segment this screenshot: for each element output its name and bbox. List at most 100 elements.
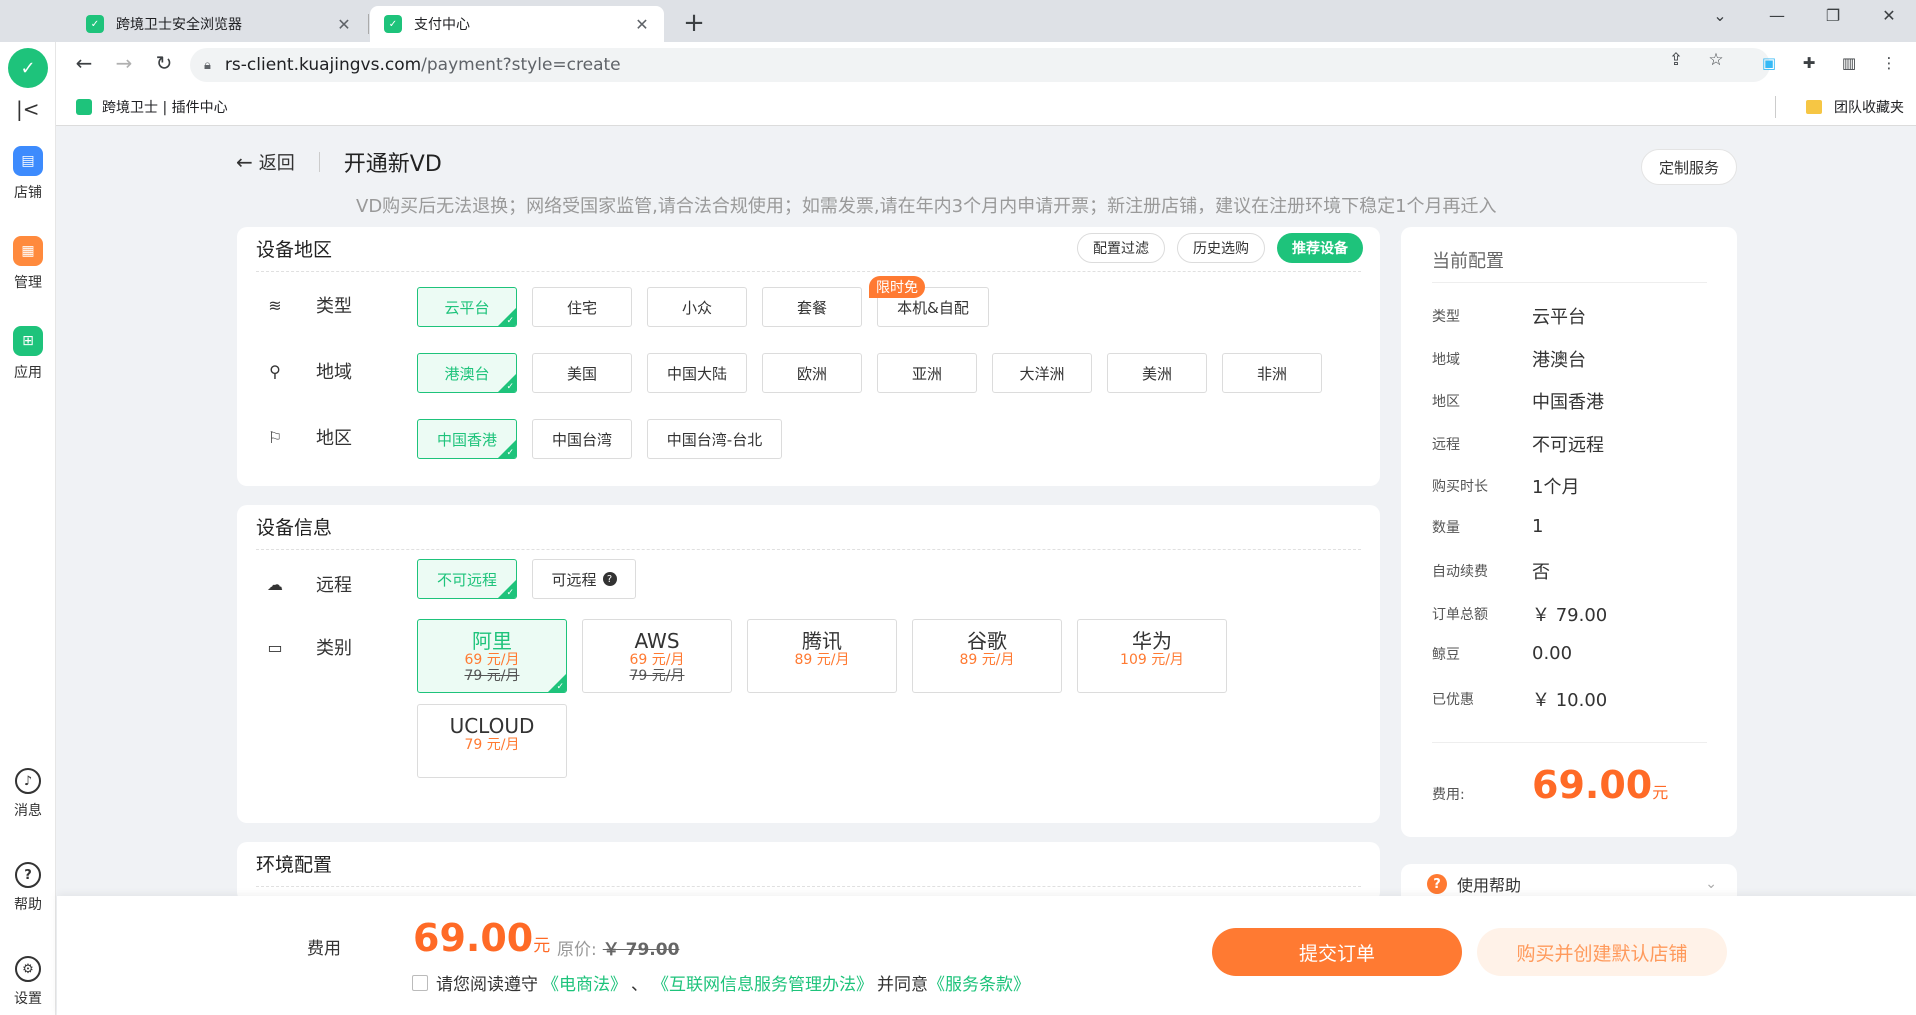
area-option-hk-macau-tw[interactable]: 港澳台 ✓ — [417, 353, 517, 393]
agree-checkbox[interactable] — [412, 974, 428, 991]
area-option-americas[interactable]: 美洲 — [1107, 353, 1207, 393]
minimize-button[interactable]: — — [1762, 6, 1792, 25]
vendor-card-tencent[interactable]: 腾讯 89 元/月 — [747, 619, 897, 693]
question-icon[interactable]: ? — [602, 572, 617, 586]
vendor-card-aws[interactable]: AWS 69 元/月 79 元/月 — [582, 619, 732, 693]
url-input[interactable]: 🔒︎ rs-client.kuajingvs.com/payment?style… — [190, 48, 1770, 82]
share-icon[interactable]: ⇪ — [1664, 50, 1688, 70]
buy-and-create-store-button[interactable]: 购买并创建默认店铺 — [1477, 928, 1727, 976]
type-option-cloud[interactable]: 云平台 ✓ — [417, 287, 517, 327]
custom-service-button[interactable]: 定制服务 — [1641, 149, 1737, 185]
summary-row: 已优惠 ￥ 10.00 — [1432, 690, 1608, 711]
tab-divider — [368, 14, 369, 34]
tab-title: 跨境卫士安全浏览器 — [116, 17, 242, 33]
reload-icon[interactable]: ↻ — [150, 51, 178, 75]
area-option-africa[interactable]: 非洲 — [1222, 353, 1322, 393]
tab-browser-home[interactable]: ✓ 跨境卫士安全浏览器 ✕ — [72, 6, 366, 42]
card-title: 环境配置 — [256, 854, 333, 876]
limited-free-badge: 限时免 — [869, 276, 925, 298]
submit-order-button[interactable]: 提交订单 — [1212, 928, 1462, 976]
tab-payment-center[interactable]: ✓ 支付中心 ✕ — [370, 6, 664, 42]
summary-row: 订单总额 ￥ 79.00 — [1432, 605, 1608, 626]
summary-row: 类型 云平台 — [1432, 307, 1586, 328]
bookmark-label: 跨境卫士 | 插件中心 — [102, 100, 228, 116]
area-option-oceania[interactable]: 大洋洲 — [992, 353, 1092, 393]
bookmarks-bar: 跨境卫士 | 插件中心 团队收藏夹 — [56, 88, 1916, 126]
forward-icon[interactable]: → — [110, 51, 138, 75]
area-option-mainland[interactable]: 中国大陆 — [647, 353, 747, 393]
back-icon[interactable]: ← — [70, 51, 98, 75]
divider — [1432, 282, 1707, 283]
close-icon[interactable]: ✕ — [334, 15, 354, 34]
area-option-asia[interactable]: 亚洲 — [877, 353, 977, 393]
sidepanel-icon[interactable]: ▥ — [1838, 52, 1860, 74]
summary-row: 地域 港澳台 — [1432, 350, 1586, 371]
sidebar-item-label: 店铺 — [14, 185, 42, 201]
bookmark-team-folder[interactable]: 团队收藏夹 — [1806, 97, 1904, 117]
summary-card: 当前配置 类型 云平台 地域 港澳台 地区 中国香港 远程 不可远程 购买时长 1个月 数… — [1401, 227, 1737, 837]
area-option-usa[interactable]: 美国 — [532, 353, 632, 393]
environment-card: 环境配置 — [237, 842, 1380, 902]
sidebar-item-settings[interactable]: ⚙ 设置 — [0, 956, 56, 1008]
vendor-card-ucloud[interactable]: UCLOUD 79 元/月 — [417, 704, 567, 778]
type-option-niche[interactable]: 小众 — [647, 287, 747, 327]
new-tab-button[interactable]: + — [680, 8, 708, 38]
store-icon: ▤ — [13, 146, 43, 176]
sidebar-item-store[interactable]: ▤ 店铺 — [0, 146, 56, 202]
apps-icon: ⊞ — [13, 326, 43, 356]
more-icon[interactable]: ⋮ — [1878, 52, 1900, 74]
close-window-button[interactable]: ✕ — [1874, 6, 1904, 25]
puzzle-icon[interactable]: ✚ — [1798, 52, 1820, 74]
purchase-notice: VD购买后无法退换；网络受国家监管,请合法合规使用；如需发票,请在年内3个月内申… — [356, 196, 1497, 217]
bottom-fee-value: 69.00元 — [413, 916, 551, 960]
collapse-icon[interactable]: |< — [16, 97, 40, 121]
folder-icon — [1806, 100, 1822, 114]
tab-search-icon[interactable]: ⌄ — [1705, 6, 1735, 25]
vendor-card-aliyun[interactable]: 阿里 69 元/月 79 元/月 ✓ — [417, 619, 567, 693]
page-title: 开通新VD — [343, 152, 442, 177]
remote-option-allowed[interactable]: 可远程? — [532, 559, 636, 599]
terms-of-service-link[interactable]: 《服务条款》 — [928, 970, 1030, 995]
vendor-card-google[interactable]: 谷歌 89 元/月 — [912, 619, 1062, 693]
sidebar-item-apps[interactable]: ⊞ 应用 — [0, 326, 56, 382]
fee-value: 69.00元 — [1532, 763, 1669, 807]
ecommerce-law-link[interactable]: 《电商法》 — [542, 970, 627, 995]
help-icon: ? — [15, 862, 41, 888]
app-logo-shield-icon[interactable]: ✓ — [8, 48, 48, 88]
sidebar-item-messages[interactable]: ♪ 消息 — [0, 768, 56, 820]
internet-info-law-link[interactable]: 《互联网信息服务管理办法》 — [652, 970, 873, 995]
close-icon[interactable]: ✕ — [632, 15, 652, 34]
shield-icon — [76, 99, 92, 115]
sidebar-item-label: 应用 — [14, 365, 42, 381]
divider — [256, 549, 1361, 550]
recommended-device-button[interactable]: 推荐设备 — [1277, 233, 1363, 263]
remote-option-none[interactable]: 不可远程 ✓ — [417, 559, 517, 599]
summary-title: 当前配置 — [1432, 251, 1504, 272]
extension-robot-icon[interactable]: ▣ — [1758, 52, 1780, 74]
bookmark-plugin-center[interactable]: 跨境卫士 | 插件中心 — [76, 97, 228, 117]
config-filter-button[interactable]: 配置过滤 — [1077, 233, 1165, 263]
restore-button[interactable]: ❐ — [1818, 6, 1848, 25]
summary-row: 数量 1 — [1432, 516, 1544, 537]
region-option-taiwan-taipei[interactable]: 中国台湾-台北 — [647, 419, 782, 459]
type-option-residential[interactable]: 住宅 — [532, 287, 632, 327]
vendor-card-huawei[interactable]: 华为 109 元/月 — [1077, 619, 1227, 693]
bottom-fee-label: 费用 — [307, 939, 341, 959]
url-text: rs-client.kuajingvs.com/payment?style=cr… — [224, 55, 621, 75]
arrow-left-icon: ← — [236, 150, 253, 174]
divider — [256, 271, 1361, 272]
type-option-bundle[interactable]: 套餐 — [762, 287, 862, 327]
sidebar-item-manage[interactable]: ▦ 管理 — [0, 236, 56, 292]
shield-icon: ✓ — [86, 15, 104, 33]
star-icon[interactable]: ☆ — [1704, 50, 1728, 70]
monitor-icon: ▭ — [267, 637, 283, 657]
tab-strip: ✓ 跨境卫士安全浏览器 ✕ ✓ 支付中心 ✕ + ⌄ — ❐ ✕ — [0, 0, 1916, 42]
remote-row-label: ☁ 远程 — [264, 571, 352, 597]
region-option-taiwan[interactable]: 中国台湾 — [532, 419, 632, 459]
sidebar-item-help[interactable]: ? 帮助 — [0, 862, 56, 914]
question-icon: ? — [1427, 874, 1447, 894]
purchase-history-button[interactable]: 历史选购 — [1177, 233, 1265, 263]
area-option-europe[interactable]: 欧洲 — [762, 353, 862, 393]
back-button[interactable]: ← 返回 — [236, 149, 295, 175]
region-option-hongkong[interactable]: 中国香港 ✓ — [417, 419, 517, 459]
